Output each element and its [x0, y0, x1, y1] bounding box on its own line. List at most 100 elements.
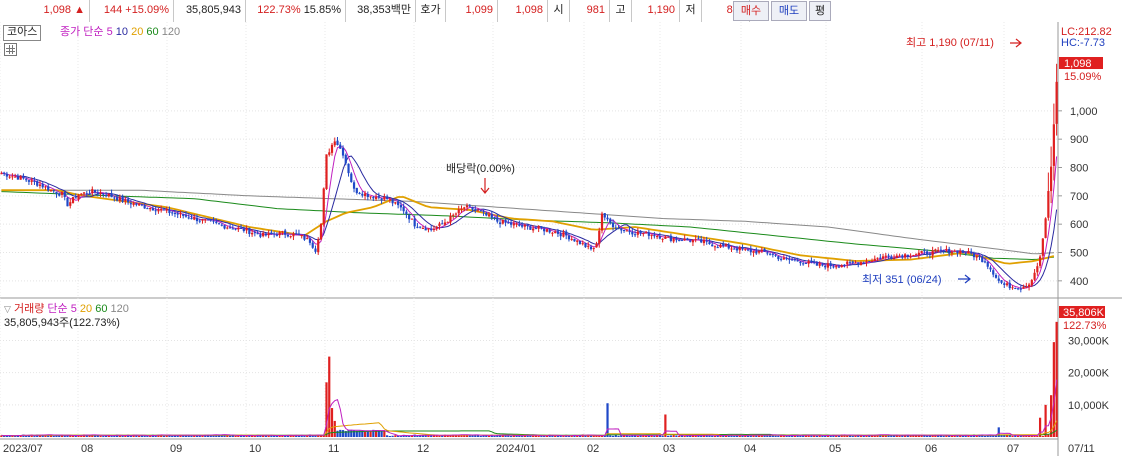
candle-body — [551, 232, 554, 234]
price-value: 1,098 — [43, 4, 72, 16]
candle-body — [749, 249, 752, 253]
candle-body — [476, 210, 480, 212]
candle-body — [581, 243, 584, 245]
volume-bar — [386, 435, 389, 437]
candle-body — [237, 227, 240, 230]
x-tick-label: 2023/07 — [3, 443, 43, 455]
candle-body — [534, 228, 537, 230]
candle-body — [735, 248, 739, 251]
candle-body — [606, 217, 609, 220]
candle-body — [730, 248, 733, 250]
candle-body — [501, 220, 504, 224]
candle-body — [253, 232, 256, 234]
candle-body — [1016, 288, 1020, 290]
volume-tick-label: 20,000K — [1068, 368, 1110, 380]
volume-bar — [264, 435, 267, 437]
candle-body — [895, 255, 898, 258]
candle-body — [394, 202, 397, 204]
eval-button[interactable]: 평 — [809, 1, 831, 21]
high-price: 1,190 — [632, 0, 680, 22]
volume-bar — [661, 435, 664, 437]
candle-body — [697, 238, 700, 240]
volume-bar — [700, 435, 703, 437]
volume-tick-label: 30,000K — [1068, 336, 1110, 348]
candle-body — [113, 197, 116, 199]
candle-body — [380, 198, 383, 201]
candle-body — [187, 217, 190, 219]
candle-body — [8, 176, 11, 178]
candle-body — [873, 258, 876, 261]
candle-body — [110, 193, 113, 198]
legend-vol-ma5: 5 — [70, 303, 77, 315]
candle-body — [892, 258, 896, 260]
candle-body — [388, 199, 391, 201]
candle-body — [168, 209, 171, 214]
x-tick-label: 11 — [328, 443, 339, 455]
candle-body — [611, 222, 615, 227]
volume-bar — [837, 435, 841, 437]
candle-body — [926, 251, 929, 255]
candle-body — [578, 240, 582, 244]
candle-body — [554, 231, 557, 233]
market-selector-button[interactable]: 코아스 — [3, 25, 42, 41]
candle-body — [939, 249, 943, 251]
volume-bar — [961, 435, 965, 437]
candle-body — [848, 262, 852, 264]
sell-button[interactable]: 매도 — [771, 1, 807, 21]
low-label: 저 — [680, 0, 702, 22]
candle-body — [220, 224, 223, 226]
candle-body — [906, 254, 909, 257]
candle-body — [768, 253, 772, 255]
volume-bar — [672, 435, 675, 437]
candle-body — [171, 212, 174, 214]
volume-bar — [1003, 435, 1006, 437]
candle-body — [928, 253, 931, 256]
candle-body — [689, 240, 692, 242]
candle-body — [766, 252, 769, 254]
candle-body — [744, 248, 747, 250]
candle-body — [708, 242, 711, 245]
candle-body — [521, 225, 524, 227]
volume-bar — [52, 435, 55, 437]
candle-body — [248, 227, 251, 234]
candle-body — [300, 235, 303, 237]
candle-body — [658, 236, 661, 239]
candle-body — [143, 205, 146, 209]
price-volume-chart[interactable]: 400 500 600 700 800 900 1,000 10,000K 20,000K 30,… — [0, 22, 1122, 456]
legend-ma120: 120 — [161, 26, 181, 38]
candle-body — [622, 229, 626, 231]
candle-body — [628, 230, 631, 233]
candle-body — [548, 229, 551, 233]
candle-body — [162, 209, 166, 211]
candle-body — [1000, 280, 1003, 283]
x-tick-label: 05 — [829, 443, 841, 455]
volume-bar — [628, 435, 631, 437]
candle-body — [887, 255, 890, 257]
buy-button[interactable]: 매수 — [733, 1, 769, 21]
volume-bar — [537, 435, 540, 437]
candle-body — [961, 250, 965, 253]
candle-body — [88, 193, 91, 195]
candle-body — [978, 255, 981, 258]
grid-settings-icon[interactable] — [4, 43, 17, 56]
candle-body — [350, 173, 353, 182]
candle-body — [5, 173, 8, 177]
candle-body — [482, 210, 485, 213]
candle-body — [909, 256, 912, 258]
candle-body — [474, 209, 477, 211]
volume-bar — [333, 420, 336, 437]
candle-body — [80, 193, 83, 195]
candle-body — [446, 221, 449, 223]
candle-body — [741, 247, 744, 250]
candle-body — [826, 263, 830, 268]
candle-body — [273, 233, 276, 235]
volume-bar — [171, 435, 174, 437]
candle-body — [317, 239, 320, 253]
candle-body — [683, 238, 686, 241]
candle-body — [667, 236, 670, 238]
candle-body — [851, 261, 854, 263]
candle-body — [386, 196, 389, 199]
candle-body — [989, 267, 992, 270]
candle-body — [212, 220, 215, 222]
candle-body — [755, 251, 758, 254]
